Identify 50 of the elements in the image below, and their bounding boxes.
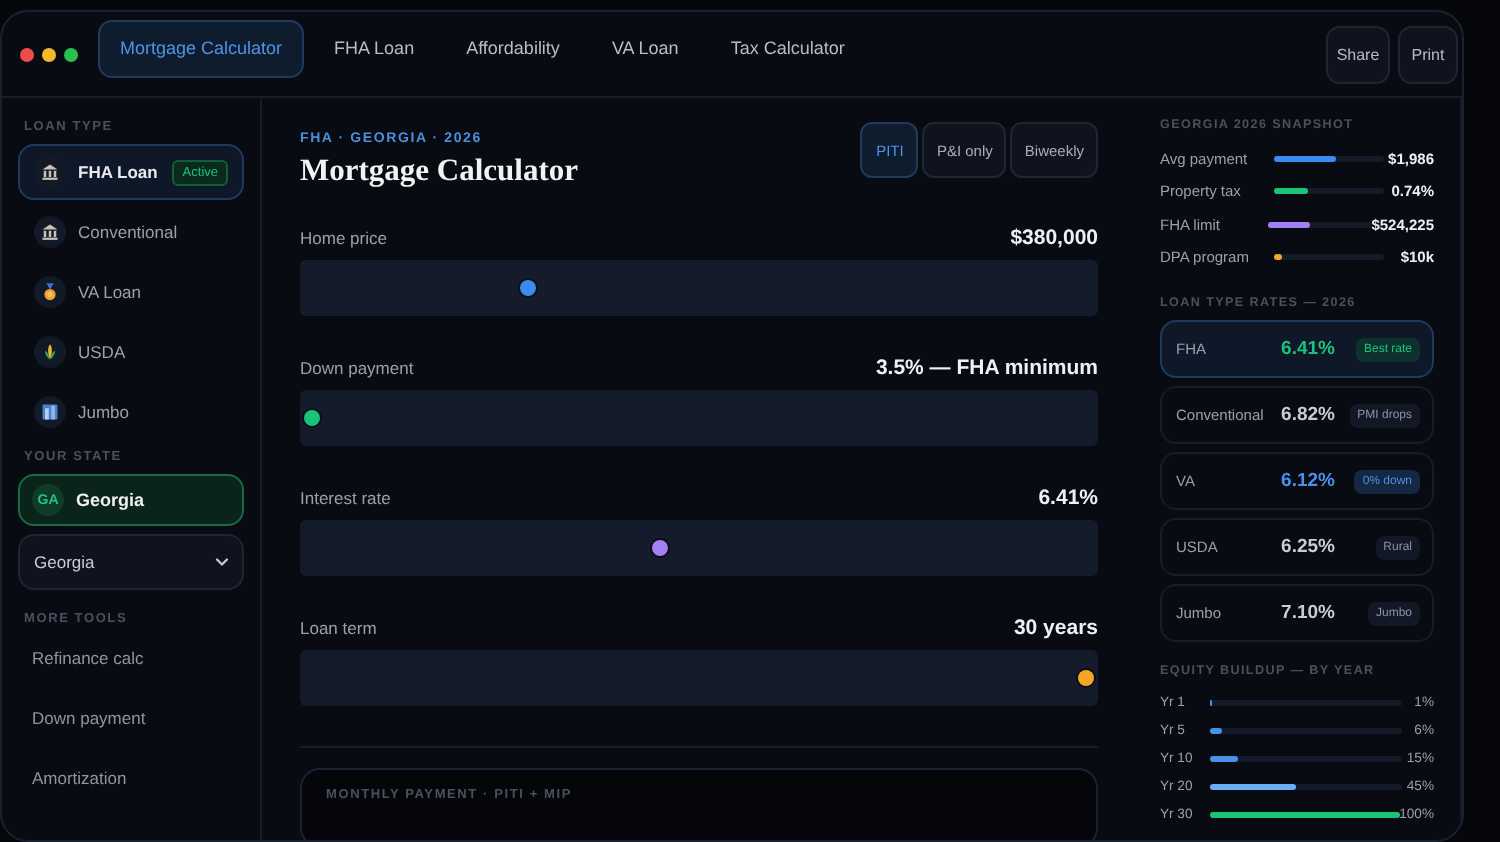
nav-tab[interactable]: FHA Loan — [312, 19, 437, 77]
building-icon — [40, 402, 60, 422]
slider-label: Loan term — [300, 618, 377, 638]
nav-tab[interactable]: VA Loan — [589, 19, 701, 77]
nav-tab[interactable]: Mortgage Calculator — [98, 19, 305, 77]
slider-thumb[interactable] — [652, 540, 669, 556]
slider-track[interactable] — [300, 260, 1098, 316]
loan-type-item[interactable]: USDA — [18, 324, 244, 380]
loan-type-item[interactable]: VA Loan — [18, 264, 244, 320]
slider-value: 6.41% — [1038, 486, 1098, 510]
slider-thumb[interactable] — [520, 280, 537, 296]
loan-type-label: VA Loan — [78, 282, 142, 302]
state-select[interactable]: Georgia — [18, 534, 244, 590]
slider-thumb[interactable] — [304, 410, 320, 426]
rate-value: 6.82% — [1279, 404, 1337, 426]
slider-value: $380,000 — [1010, 226, 1098, 250]
rate-value: 6.25% — [1279, 536, 1337, 558]
tool-link[interactable]: Down payment — [32, 708, 146, 728]
chevron-down-icon — [212, 552, 232, 572]
state-name: Georgia — [76, 490, 145, 510]
loan-type-label: FHA Loan — [78, 162, 158, 182]
tool-link[interactable]: Amortization — [32, 768, 127, 788]
slider-track[interactable] — [300, 520, 1098, 576]
corn-icon — [40, 342, 60, 362]
loan-type-item[interactable]: Conventional — [18, 204, 244, 260]
loan-type-label: USDA — [78, 342, 126, 362]
share-button[interactable]: Share — [1326, 25, 1390, 83]
slider-track[interactable] — [300, 650, 1098, 706]
slider-track[interactable] — [300, 390, 1098, 446]
rate-value: 7.10% — [1279, 602, 1337, 624]
nav-tab[interactable]: Affordability — [444, 19, 582, 77]
nav-tab[interactable]: Tax Calculator — [708, 19, 867, 77]
loan-type-label: Jumbo — [78, 402, 130, 422]
slider-label: Home price — [300, 228, 387, 248]
rate-value: 6.41% — [1279, 338, 1337, 360]
window-controls-icon[interactable] — [20, 47, 78, 61]
slider-label: Down payment — [300, 358, 414, 378]
slider-thumb[interactable] — [1078, 670, 1094, 686]
bank-icon — [40, 162, 60, 182]
page-title: Mortgage Calculator — [300, 154, 579, 190]
bank-icon — [40, 222, 60, 242]
loan-type-label: Conventional — [78, 222, 178, 242]
slider-value: 30 years — [1013, 616, 1098, 640]
loan-type-item[interactable]: Jumbo — [18, 384, 244, 440]
slider-label: Interest rate — [300, 488, 391, 508]
slider-value: 3.5% — FHA minimum — [875, 356, 1098, 380]
print-button[interactable]: Print — [1398, 25, 1458, 83]
medal-icon — [40, 282, 60, 302]
rate-value: 6.12% — [1279, 470, 1337, 492]
tool-link[interactable]: Refinance calc — [32, 648, 144, 668]
